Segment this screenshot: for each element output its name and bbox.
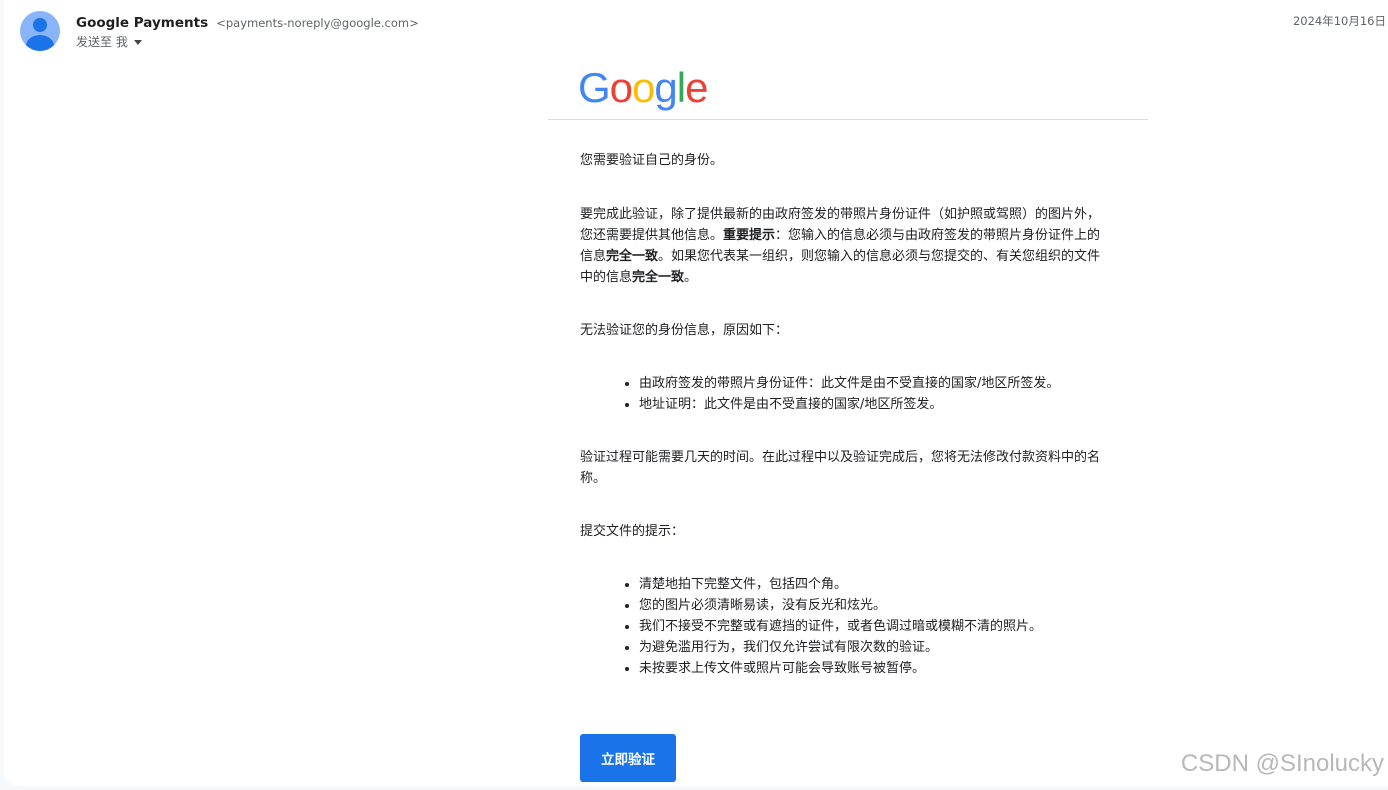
google-logo: Google [578, 62, 708, 114]
reason-item: 地址证明：此文件是由不受直接的国家/地区所签发。 [639, 394, 1110, 415]
tips-list: 清楚地拍下完整文件，包括四个角。 您的图片必须清晰易读，没有反光和炫光。 我们不… [580, 574, 1110, 679]
important-note-label: 重要提示 [723, 228, 776, 243]
logo-letter: o [609, 64, 633, 111]
reason-item: 由政府签发的带照片身份证件：此文件是由不受直接的国家/地区所签发。 [639, 373, 1110, 394]
tip-item: 清楚地拍下完整文件，包括四个角。 [639, 574, 1110, 595]
tip-item: 我们不接受不完整或有遮挡的证件，或者色调过暗或模糊不清的照片。 [639, 616, 1110, 637]
email-body: 您需要验证自己的身份。 要完成此验证，除了提供最新的由政府签发的带照片身份证件（… [580, 150, 1110, 679]
avatar-body-shape [26, 35, 54, 51]
exact-match-emphasis: 完全一致 [632, 270, 685, 285]
sender-avatar[interactable] [20, 11, 60, 51]
reasons-list: 由政府签发的带照片身份证件：此文件是由不受直接的国家/地区所签发。 地址证明：此… [580, 373, 1110, 415]
intro-paragraph: 您需要验证自己的身份。 [580, 153, 724, 168]
mail-date: 2024年10月16日 [1292, 14, 1386, 28]
requirements-text: 。 [684, 270, 698, 285]
logo-letter: l [676, 64, 686, 111]
reasons-heading: 无法验证您的身份信息，原因如下： [580, 323, 789, 338]
recipient-label: 发送至 我 [76, 35, 128, 49]
logo-letter: G [578, 64, 611, 111]
recipient-details-toggle[interactable]: 发送至 我 [76, 33, 142, 50]
sender-line: Google Payments <payments-noreply@google… [76, 12, 419, 31]
sender-name[interactable]: Google Payments [76, 15, 208, 31]
verify-now-button[interactable]: 立即验证 [580, 734, 676, 782]
requirements-paragraph: 要完成此验证，除了提供最新的由政府签发的带照片身份证件（如护照或驾照）的图片外，… [580, 204, 1110, 288]
csdn-watermark: CSDN @SInolucky [1180, 750, 1384, 777]
chevron-down-icon[interactable] [133, 40, 142, 45]
tip-item: 您的图片必须清晰易读，没有反光和炫光。 [639, 595, 1110, 616]
email-message: Google Payments <payments-noreply@google… [4, 0, 1388, 786]
tips-heading: 提交文件的提示： [580, 524, 685, 539]
exact-match-emphasis: 完全一致 [606, 249, 659, 264]
process-note: 验证过程可能需要几天的时间。在此过程中以及验证完成后，您将无法修改付款资料中的名… [580, 450, 1101, 486]
header-divider [548, 119, 1148, 120]
sender-email: <payments-noreply@google.com> [216, 16, 419, 30]
tip-item: 未按要求上传文件或照片可能会导致账号被暂停。 [639, 658, 1110, 679]
logo-letter: g [654, 64, 677, 111]
logo-letter: e [685, 64, 708, 111]
tip-item: 为避免滥用行为，我们仅允许尝试有限次数的验证。 [639, 637, 1110, 658]
logo-letter: o [632, 64, 655, 111]
avatar-head-shape [33, 18, 47, 32]
